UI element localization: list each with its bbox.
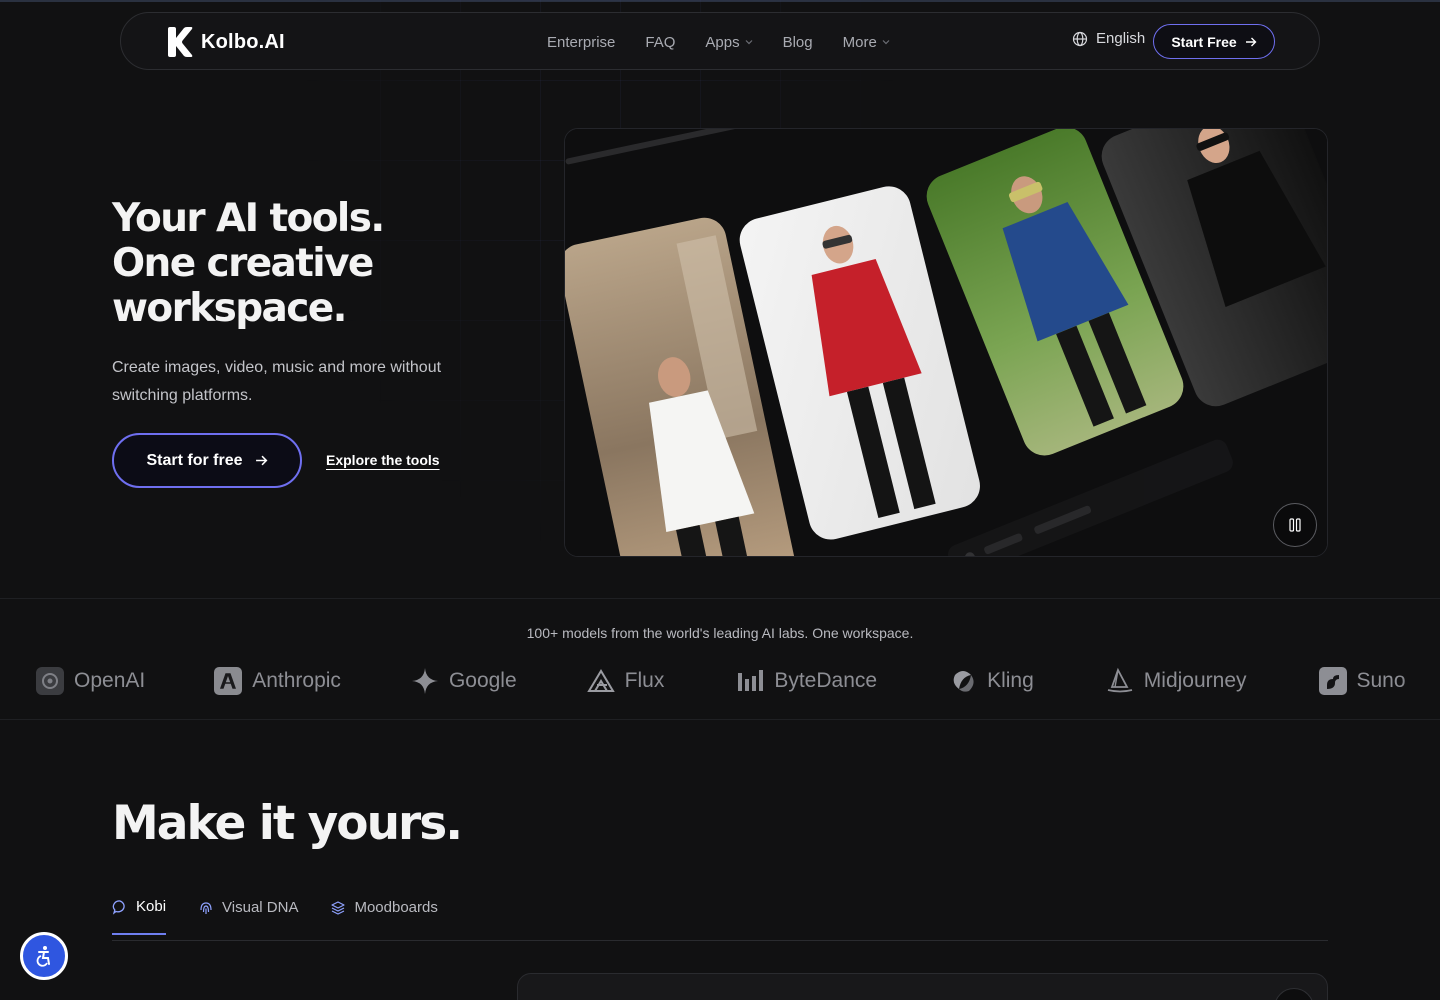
openai-icon (36, 667, 64, 695)
lab-suno: Suno (1318, 667, 1406, 695)
brand-logo[interactable]: Kolbo.AI (165, 26, 285, 58)
hero-title: Your AI tools. One creative workspace. (112, 196, 532, 331)
globe-icon (1072, 31, 1088, 46)
hero-subtitle: Create images, video, music and more wit… (112, 359, 442, 404)
google-sparkle-icon (411, 668, 438, 694)
tab-label: Visual DNA (222, 899, 299, 916)
lab-flux: Flux (586, 667, 665, 695)
explore-tools-link[interactable]: Explore the tools (326, 452, 440, 468)
accessibility-button[interactable] (20, 932, 68, 980)
chevron-down-icon (882, 40, 890, 45)
lab-google: Google (411, 667, 517, 695)
nav-label: More (842, 33, 877, 51)
nav-label: FAQ (645, 33, 676, 51)
layers-icon (331, 900, 346, 915)
lab-name: Midjourney (1143, 669, 1247, 692)
lab-openai: OpenAI (36, 667, 145, 695)
nav-more[interactable]: More (843, 34, 890, 51)
nav-label: Blog (782, 33, 813, 51)
hero-title-line: workspace. (112, 286, 347, 331)
tab-visual-dna[interactable]: Visual DNA (198, 898, 298, 935)
fashion-jacket-variations-image (565, 129, 1327, 556)
nav-label: Apps (705, 33, 740, 51)
lab-bytedance: ByteDance (736, 667, 877, 695)
band-fade (1400, 599, 1440, 719)
pause-icon (1289, 518, 1301, 532)
brand-name: Kolbo.AI (201, 30, 285, 53)
lab-midjourney: Midjourney (1106, 667, 1247, 695)
nav-blog[interactable]: Blog (783, 34, 813, 51)
section-title: Make it yours. (112, 796, 463, 851)
kolbo-logo-icon (168, 27, 193, 57)
kling-icon (953, 671, 974, 692)
nav-faq[interactable]: FAQ (645, 34, 675, 51)
kobi-preview-panel (517, 973, 1328, 1000)
lab-name: Anthropic (252, 669, 341, 692)
arrow-right-icon (1245, 37, 1257, 46)
nav-apps[interactable]: Apps (705, 33, 753, 51)
start-free-button[interactable]: Start Free (1153, 24, 1275, 59)
lab-anthropic: Anthropic (214, 667, 341, 695)
lab-kling: Kling (949, 667, 1034, 695)
feature-tabs: Kobi Visual DNA Moodboards (112, 898, 438, 935)
lab-name: ByteDance (774, 669, 878, 692)
labs-logo-row: OpenAI Anthropic Google Flux ByteDance K… (36, 667, 1406, 695)
lab-name: Flux (624, 669, 665, 692)
lab-name: Google (448, 669, 517, 692)
lab-name: Kling (987, 669, 1034, 692)
chevron-down-icon (745, 40, 753, 45)
nav-label: Enterprise (547, 33, 616, 51)
language-selector[interactable]: English (1072, 30, 1145, 47)
start-free-label: Start Free (1171, 33, 1237, 50)
suno-icon (1318, 667, 1347, 695)
pause-button[interactable] (1273, 503, 1317, 547)
lab-name: Suno (1356, 669, 1406, 692)
tab-label: Kobi (136, 898, 167, 915)
chat-bubble-icon (112, 899, 125, 915)
tab-moodboards[interactable]: Moodboards (330, 898, 438, 935)
ai-labs-band: 100+ models from the world's leading AI … (0, 598, 1440, 720)
tab-divider (112, 940, 1328, 941)
labs-caption: 100+ models from the world's leading AI … (526, 625, 914, 641)
hero-video[interactable] (564, 128, 1328, 557)
cta-label: Start for free (146, 451, 243, 469)
hero-title-line: Your AI tools. (112, 196, 385, 241)
arrow-right-icon (255, 455, 267, 466)
hero-title-line: One creative (112, 241, 374, 286)
language-label: English (1096, 30, 1146, 47)
start-for-free-button[interactable]: Start for free (112, 433, 302, 488)
accessibility-icon (36, 946, 50, 967)
lab-name: OpenAI (74, 669, 146, 692)
midjourney-icon (1107, 667, 1132, 693)
tab-kobi[interactable]: Kobi (112, 898, 167, 935)
flux-icon (586, 669, 615, 692)
nav-enterprise[interactable]: Enterprise (547, 34, 615, 51)
bytedance-icon (738, 670, 764, 691)
tab-label: Moodboards (354, 899, 438, 916)
top-navbar: Kolbo.AI Enterprise FAQ Apps Blog More E… (120, 12, 1320, 70)
panel-button[interactable] (1274, 988, 1314, 1000)
main-menu: Enterprise FAQ Apps Blog More (547, 13, 890, 71)
anthropic-icon (214, 667, 243, 695)
fingerprint-icon (200, 901, 212, 914)
